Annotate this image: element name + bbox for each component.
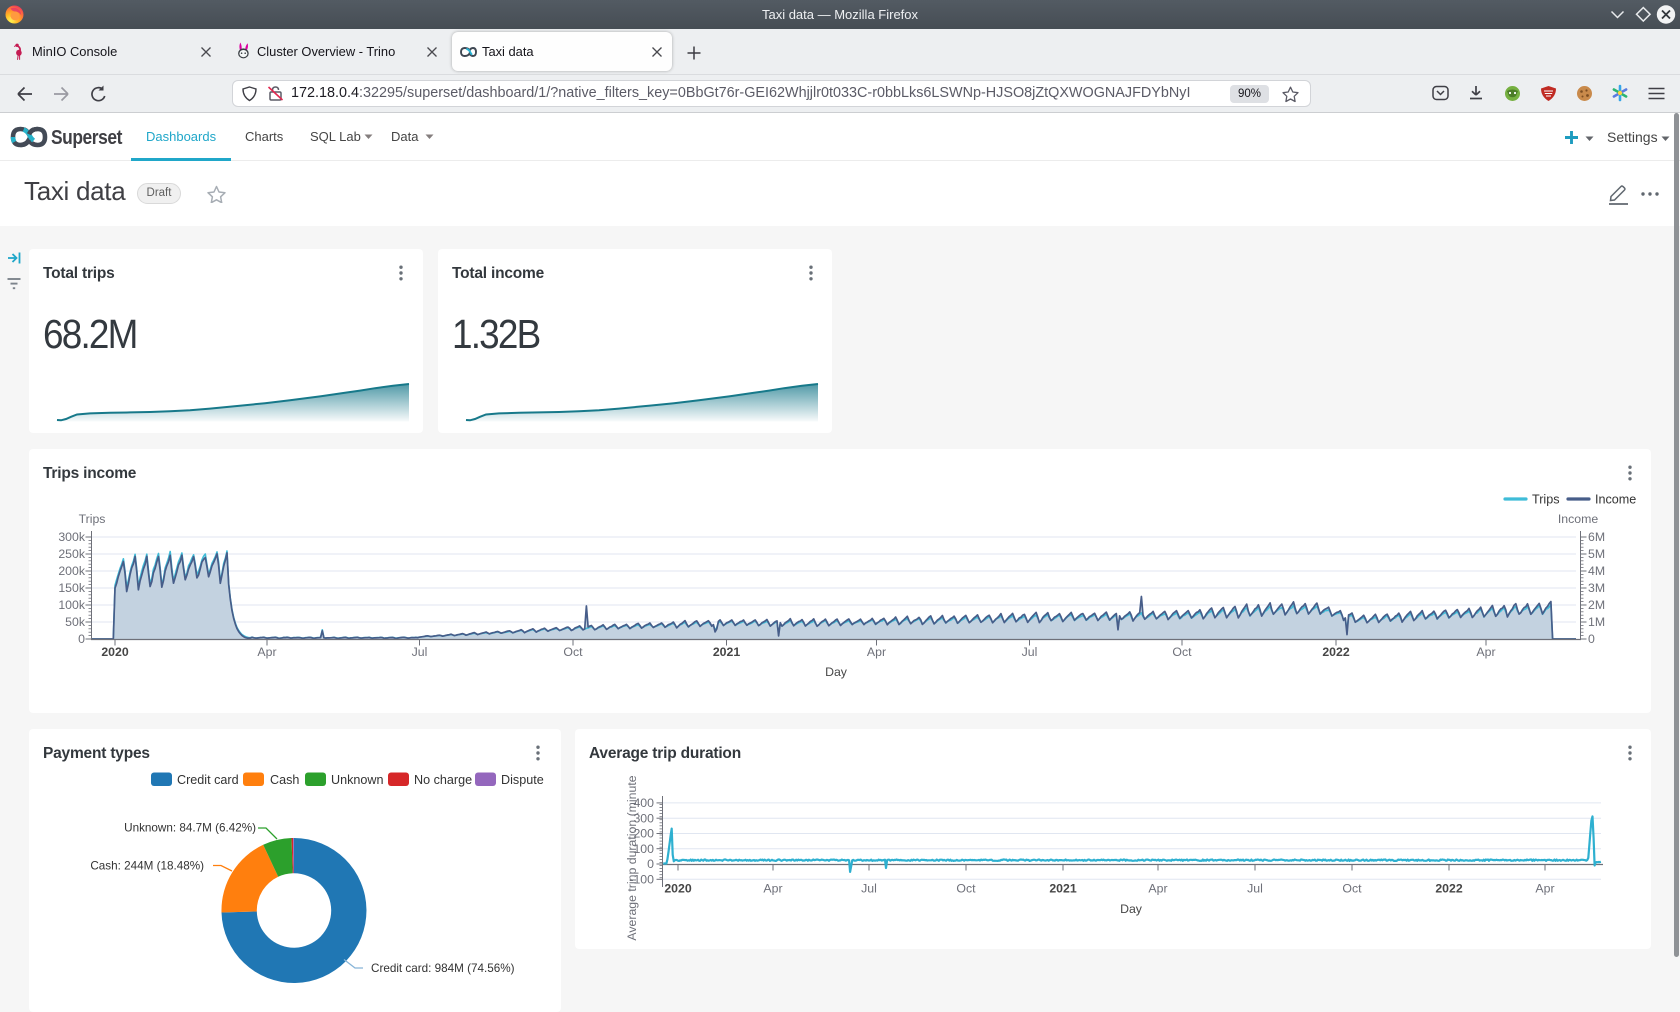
svg-text:Jul: Jul <box>861 882 877 896</box>
svg-text:Dispute: Dispute <box>501 773 544 787</box>
svg-text:2020: 2020 <box>664 882 692 896</box>
svg-text:Credit card: 984M (74.56%): Credit card: 984M (74.56%) <box>371 962 515 975</box>
svg-text:100k: 100k <box>58 598 86 612</box>
svg-text:50k: 50k <box>65 615 86 629</box>
svg-text:Jul: Jul <box>1022 645 1038 659</box>
svg-text:0: 0 <box>647 857 654 871</box>
svg-text:300k: 300k <box>58 530 86 544</box>
svg-text:No charge: No charge <box>414 773 472 787</box>
svg-text:Unknown: Unknown <box>331 773 384 787</box>
svg-text:0: 0 <box>78 632 85 646</box>
svg-text:150k: 150k <box>58 581 86 595</box>
svg-text:Trips: Trips <box>79 512 106 526</box>
svg-text:0: 0 <box>1588 632 1595 646</box>
svg-text:Oct: Oct <box>1342 882 1362 896</box>
svg-text:200k: 200k <box>58 564 86 578</box>
svg-text:5M: 5M <box>1588 547 1605 561</box>
svg-text:Apr: Apr <box>763 882 782 896</box>
svg-text:4M: 4M <box>1588 564 1605 578</box>
svg-text:Cash: Cash <box>270 773 299 787</box>
svg-text:Jul: Jul <box>1247 882 1263 896</box>
svg-text:Oct: Oct <box>956 882 976 896</box>
svg-text:3M: 3M <box>1588 581 1605 595</box>
svg-text:6M: 6M <box>1588 530 1605 544</box>
svg-text:Income: Income <box>1595 493 1636 507</box>
svg-text:250k: 250k <box>58 547 86 561</box>
svg-text:Unknown: 84.7M (6.42%): Unknown: 84.7M (6.42%) <box>124 822 256 835</box>
svg-text:Oct: Oct <box>1172 645 1192 659</box>
svg-text:Trips: Trips <box>1532 493 1560 507</box>
svg-text:Jul: Jul <box>412 645 428 659</box>
svg-text:Income: Income <box>1558 512 1598 526</box>
svg-text:Cash: 244M (18.48%): Cash: 244M (18.48%) <box>90 860 204 873</box>
svg-text:Apr: Apr <box>1148 882 1167 896</box>
svg-text:2022: 2022 <box>1435 882 1463 896</box>
svg-text:Apr: Apr <box>1535 882 1554 896</box>
svg-text:2M: 2M <box>1588 598 1605 612</box>
svg-text:2020: 2020 <box>101 645 129 659</box>
svg-text:Apr: Apr <box>1476 645 1495 659</box>
svg-text:Apr: Apr <box>257 645 276 659</box>
svg-text:2021: 2021 <box>713 645 741 659</box>
svg-text:Day: Day <box>1120 902 1143 916</box>
svg-text:2021: 2021 <box>1049 882 1077 896</box>
svg-text:Credit card: Credit card <box>177 773 239 787</box>
svg-text:Average trinp duration (minute: Average trinp duration (minute <box>625 775 639 940</box>
svg-text:Oct: Oct <box>563 645 583 659</box>
svg-text:Apr: Apr <box>867 645 886 659</box>
svg-text:Day: Day <box>825 665 848 679</box>
svg-text:1M: 1M <box>1588 615 1605 629</box>
svg-text:2022: 2022 <box>1322 645 1350 659</box>
